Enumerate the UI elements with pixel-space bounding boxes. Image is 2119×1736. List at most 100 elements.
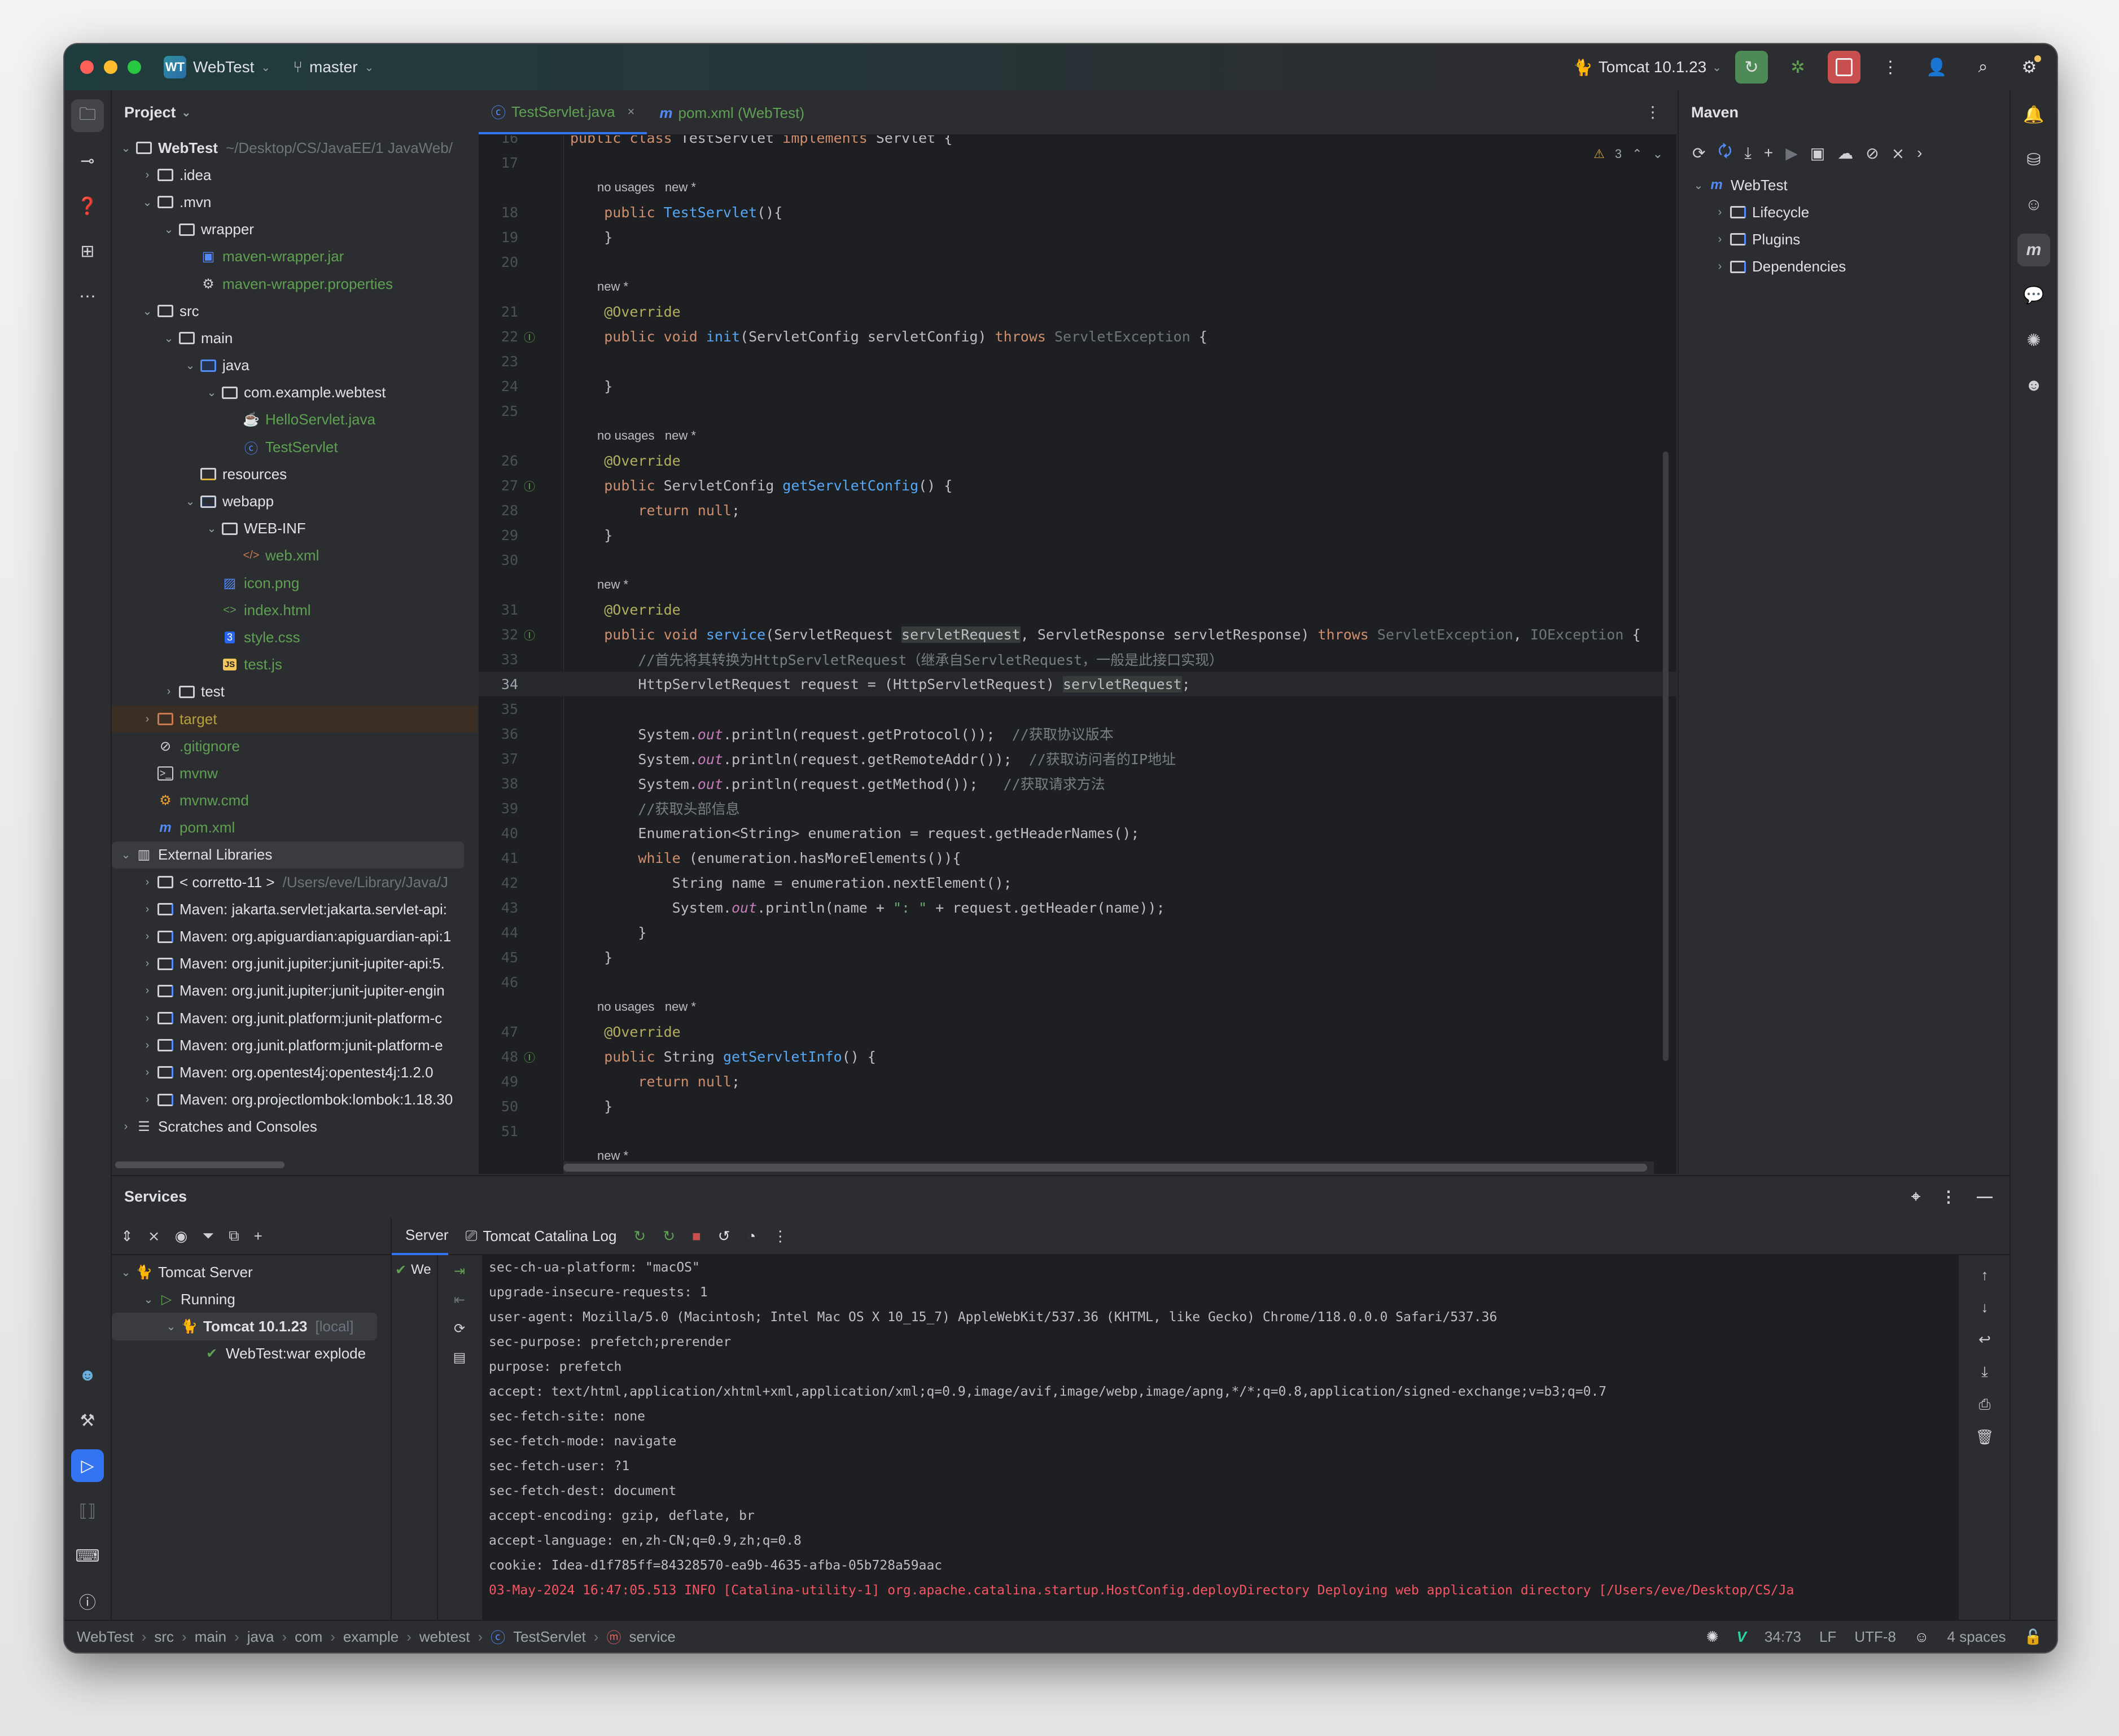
arrow-down-icon[interactable]: ↓	[1981, 1299, 1989, 1316]
more-icon[interactable]: ›	[1917, 144, 1922, 162]
tree-item[interactable]: ▨ icon.png	[112, 569, 478, 597]
tab-catalina-log[interactable]: ⎚ Tomcat Catalina Log	[466, 1227, 617, 1245]
project-hscrollbar[interactable]	[115, 1161, 284, 1168]
more-actions-button[interactable]: ⋮	[1874, 51, 1907, 84]
database-tool-button[interactable]: ⛁	[2017, 143, 2050, 176]
breadcrumb-item[interactable]: main	[195, 1628, 226, 1646]
implements-method-icon[interactable]: Ⓘ	[524, 1049, 549, 1065]
chevron-down-icon[interactable]: ⌄	[182, 494, 199, 508]
chevron-right-icon[interactable]: ›	[139, 957, 156, 970]
tree-item[interactable]: ⌄ src	[112, 297, 478, 325]
breadcrumb-item[interactable]: webtest	[419, 1628, 470, 1646]
more-tools-button[interactable]: ⋯	[71, 280, 104, 313]
code-inlay-hint[interactable]: new *	[479, 572, 1676, 597]
usage-hint[interactable]: new *	[597, 1148, 628, 1160]
more-vertical-icon[interactable]: ⋮	[1941, 1187, 1956, 1206]
usage-hint[interactable]: no usages new *	[597, 428, 696, 443]
tree-item[interactable]: ⓒ TestServlet	[112, 433, 478, 461]
implements-method-icon[interactable]: Ⓘ	[524, 477, 549, 494]
code-inlay-hint[interactable]: new *	[479, 1143, 1676, 1160]
undeploy-icon[interactable]: ⇤	[454, 1292, 465, 1308]
previous-highlight-icon[interactable]: ⌃	[1632, 147, 1642, 161]
chevron-down-icon[interactable]: ⌄	[117, 141, 134, 155]
tree-item[interactable]: › Maven: org.junit.platform:junit-platfor…	[112, 1032, 478, 1059]
tree-item[interactable]: m pom.xml	[112, 814, 478, 841]
notifications-button[interactable]: 🔔	[2017, 98, 2050, 131]
stop-button[interactable]	[1828, 51, 1860, 84]
add-icon[interactable]: +	[1764, 144, 1773, 162]
breadcrumb-item[interactable]: TestServlet	[513, 1628, 586, 1646]
code-with-me-button[interactable]: 👤	[1920, 51, 1953, 84]
tab-pom-xml[interactable]: m pom.xml (WebTest)	[647, 91, 817, 134]
services-tool-button[interactable]: ▷	[71, 1449, 104, 1482]
tree-item[interactable]: ⌄ WebTest ~/Desktop/CS/JavaEE/1 JavaWeb/	[112, 134, 478, 161]
breadcrumb-item[interactable]: java	[247, 1628, 274, 1646]
tree-item[interactable]: › Maven: org.projectlombok:lombok:1.18.30	[112, 1086, 478, 1114]
chevron-right-icon[interactable]: ›	[1711, 206, 1728, 219]
tree-item[interactable]: ⌄ com.example.webtest	[112, 379, 478, 406]
chevron-right-icon[interactable]: ›	[139, 169, 156, 182]
deployment-item[interactable]: ✔ We	[392, 1255, 437, 1285]
tree-item[interactable]: JS test.js	[112, 651, 478, 678]
collapse-icon[interactable]: ⨯	[1892, 144, 1905, 163]
breadcrumb-item[interactable]: src	[154, 1628, 174, 1646]
tree-item[interactable]: › Maven: jakarta.servlet:jakarta.servlet-…	[112, 896, 478, 923]
implements-method-icon[interactable]: Ⓘ	[524, 328, 549, 345]
breadcrumb-item[interactable]: service	[629, 1628, 675, 1646]
tree-item[interactable]: ⊘ .gitignore	[112, 733, 478, 760]
view-options-icon[interactable]: ◉	[175, 1228, 188, 1245]
chevron-right-icon[interactable]: ›	[139, 984, 156, 997]
line-separator[interactable]: LF	[1819, 1628, 1836, 1646]
tree-item[interactable]: › .idea	[112, 161, 478, 188]
tree-item[interactable]: › Maven: org.junit.jupiter:junit-jupiter-…	[112, 950, 478, 977]
tree-item[interactable]: › target	[112, 705, 478, 733]
close-tab-icon[interactable]: ×	[628, 104, 635, 119]
project-panel-header[interactable]: Project ⌄	[112, 90, 478, 134]
soft-wrap-icon[interactable]: ↩	[1978, 1331, 1991, 1348]
reload-icon[interactable]: ⟳	[1692, 144, 1705, 163]
chevron-down-icon[interactable]: ⌄	[117, 1265, 134, 1279]
add-service-icon[interactable]: +	[254, 1228, 262, 1245]
branch-switcher[interactable]: ⑂ master ⌄	[293, 58, 374, 76]
crosshair-icon[interactable]: ⌖	[1911, 1187, 1920, 1206]
tab-testservlet[interactable]: ⓒ TestServlet.java ×	[479, 91, 647, 134]
chevron-right-icon[interactable]: ›	[139, 930, 156, 943]
chevron-right-icon[interactable]: ›	[139, 1093, 156, 1106]
tree-item[interactable]: › Maven: org.apiguardian:apiguardian-api:…	[112, 923, 478, 950]
tree-item[interactable]: › < corretto-11 > /Users/eve/Library/Java/…	[112, 869, 478, 896]
tree-item[interactable]: ⌄ wrapper	[112, 216, 478, 243]
execute-goal-icon[interactable]: ▣	[1810, 144, 1825, 163]
copilot-chat-tool-button[interactable]: ☻	[2017, 369, 2050, 402]
tree-item[interactable]: ⌄ ▥ External Libraries	[112, 841, 464, 869]
update-app-icon[interactable]: ↻	[633, 1228, 646, 1245]
chevron-right-icon[interactable]: ›	[139, 903, 156, 916]
chevron-down-icon[interactable]: ⌄	[160, 331, 177, 345]
deploy-icon[interactable]: ⇥	[454, 1263, 465, 1279]
code-area[interactable]: 16 public class TestServlet implements Se…	[479, 135, 1676, 1160]
copilot-tool-button[interactable]: ☺	[2017, 188, 2050, 221]
tree-item[interactable]: › Dependencies	[1679, 253, 2011, 280]
commit-tool-button[interactable]: ⊸	[71, 144, 104, 177]
tree-item[interactable]: ⚙ mvnw.cmd	[112, 787, 478, 814]
expand-all-icon[interactable]: ⇕	[121, 1228, 133, 1245]
file-encoding[interactable]: UTF-8	[1854, 1628, 1896, 1646]
tree-item[interactable]: ⌄ java	[112, 352, 478, 379]
tree-item[interactable]: ⌄ 🐈 Tomcat Server	[112, 1259, 391, 1286]
chevron-right-icon[interactable]: ›	[139, 1012, 156, 1025]
chevron-down-icon[interactable]: ⌄	[203, 521, 220, 536]
tree-item[interactable]: ✔ WebTest:war explode	[112, 1340, 391, 1367]
chevron-right-icon[interactable]: ›	[139, 713, 156, 726]
chevron-right-icon[interactable]: ›	[139, 1066, 156, 1079]
profiler-icon[interactable]: ◔	[747, 1228, 756, 1245]
chevron-down-icon[interactable]: ⌄	[203, 385, 220, 400]
project-switcher[interactable]: WT WebTest ⌄	[164, 56, 270, 78]
ai-assistant-tool-button[interactable]: ❓	[71, 190, 104, 222]
tree-item[interactable]: ⌄ WEB-INF	[112, 515, 478, 542]
build-tool-button[interactable]: ⚒	[71, 1404, 104, 1437]
zoom-window-button[interactable]	[128, 60, 141, 74]
tree-item[interactable]: ▣ maven-wrapper.jar	[112, 243, 478, 270]
close-window-button[interactable]	[80, 60, 94, 74]
refresh-icon[interactable]: ⟳	[454, 1321, 465, 1337]
scroll-to-end-icon[interactable]: ⤓	[1981, 1363, 1988, 1381]
chevron-down-icon[interactable]: ⌄	[139, 304, 156, 318]
